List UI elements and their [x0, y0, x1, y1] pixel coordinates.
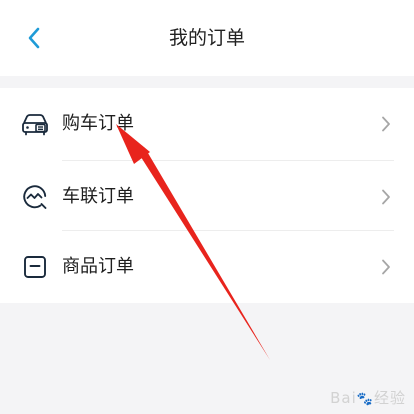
chevron-left-icon — [28, 27, 40, 49]
car-order-icon — [20, 109, 50, 139]
order-item-product[interactable]: 商品订单 — [0, 231, 414, 303]
section-gap — [0, 76, 414, 88]
order-item-car-purchase[interactable]: 购车订单 — [0, 88, 414, 160]
header-bar: 我的订单 — [0, 0, 414, 76]
connected-car-icon — [20, 182, 50, 212]
page-title: 我的订单 — [168, 27, 245, 49]
order-item-label: 车联订单 — [62, 186, 134, 207]
chevron-right-icon — [378, 187, 394, 207]
watermark-logo: Bai🐾经验 — [330, 389, 406, 407]
order-item-label: 购车订单 — [62, 113, 134, 134]
chevron-right-icon — [378, 257, 394, 277]
chevron-right-icon — [378, 114, 394, 134]
product-order-icon — [20, 252, 50, 282]
order-list: 购车订单 车联订单 商品订单 — [0, 88, 414, 303]
order-item-connected-car[interactable]: 车联订单 — [0, 161, 414, 233]
my-orders-screen: 我的订单 购车订单 车联订单 商品订单 Bai🐾经验 — [0, 0, 414, 414]
order-item-label: 商品订单 — [62, 256, 134, 277]
back-button[interactable] — [14, 18, 54, 58]
